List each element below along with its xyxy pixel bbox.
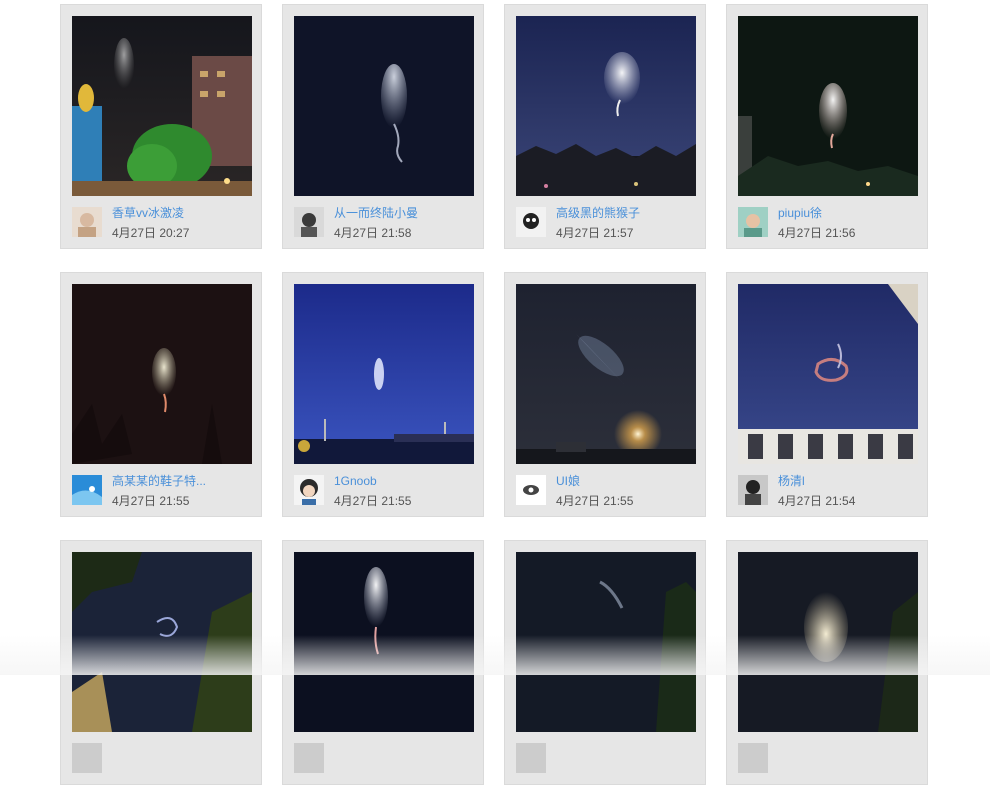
photo-grid: 香草vv冰激凌 4月27日 20:27 从一而终陆小曼 4月27日 21:58: [60, 4, 930, 704]
avatar[interactable]: [516, 207, 546, 237]
post-time: 4月27日 21:57: [556, 226, 633, 240]
photo-card[interactable]: 从一而终陆小曼 4月27日 21:58: [282, 4, 484, 249]
photo-card[interactable]: 香草vv冰激凌 4月27日 20:27: [60, 4, 262, 249]
post-time: 4月27日 21:55: [334, 494, 411, 508]
photo-card[interactable]: piupiu徐 4月27日 21:56: [726, 4, 928, 249]
avatar[interactable]: [516, 475, 546, 505]
photo-card[interactable]: [726, 540, 928, 785]
avatar[interactable]: [738, 207, 768, 237]
avatar[interactable]: [738, 475, 768, 505]
photo-thumbnail[interactable]: [738, 284, 918, 464]
photo-thumbnail[interactable]: [72, 552, 252, 732]
post-time: 4月27日 21:55: [556, 494, 633, 508]
photo-thumbnail[interactable]: [72, 16, 252, 196]
photo-card[interactable]: UI娘 4月27日 21:55: [504, 272, 706, 517]
avatar[interactable]: [294, 207, 324, 237]
post-time: 4月27日 21:54: [778, 494, 855, 508]
username-link[interactable]: 1Gnoob: [334, 474, 377, 488]
avatar[interactable]: [72, 743, 102, 773]
photo-card[interactable]: 高某某的鞋子特... 4月27日 21:55: [60, 272, 262, 517]
photo-thumbnail[interactable]: [738, 552, 918, 732]
username-link[interactable]: UI娘: [556, 474, 580, 488]
username-link[interactable]: 高某某的鞋子特...: [112, 474, 206, 488]
username-link[interactable]: 杨清l: [778, 474, 805, 488]
photo-thumbnail[interactable]: [294, 284, 474, 464]
photo-thumbnail[interactable]: [294, 16, 474, 196]
avatar[interactable]: [72, 207, 102, 237]
post-time: 4月27日 20:27: [112, 226, 189, 240]
photo-thumbnail[interactable]: [72, 284, 252, 464]
photo-thumbnail[interactable]: [516, 284, 696, 464]
username-link[interactable]: 从一而终陆小曼: [334, 206, 418, 220]
post-time: 4月27日 21:56: [778, 226, 855, 240]
photo-card[interactable]: [504, 540, 706, 785]
avatar[interactable]: [72, 475, 102, 505]
avatar[interactable]: [738, 743, 768, 773]
photo-card[interactable]: 1Gnoob 4月27日 21:55: [282, 272, 484, 517]
photo-card[interactable]: [282, 540, 484, 785]
photo-thumbnail[interactable]: [294, 552, 474, 732]
avatar[interactable]: [516, 743, 546, 773]
username-link[interactable]: piupiu徐: [778, 206, 822, 220]
photo-thumbnail[interactable]: [516, 16, 696, 196]
avatar[interactable]: [294, 475, 324, 505]
post-time: 4月27日 21:58: [334, 226, 411, 240]
username-link[interactable]: 香草vv冰激凌: [112, 206, 184, 220]
avatar[interactable]: [294, 743, 324, 773]
photo-thumbnail[interactable]: [738, 16, 918, 196]
post-time: 4月27日 21:55: [112, 494, 189, 508]
photo-card[interactable]: [60, 540, 262, 785]
username-link[interactable]: 高级黑的熊猴子: [556, 206, 640, 220]
photo-thumbnail[interactable]: [516, 552, 696, 732]
photo-card[interactable]: 高级黑的熊猴子 4月27日 21:57: [504, 4, 706, 249]
photo-card[interactable]: 杨清l 4月27日 21:54: [726, 272, 928, 517]
